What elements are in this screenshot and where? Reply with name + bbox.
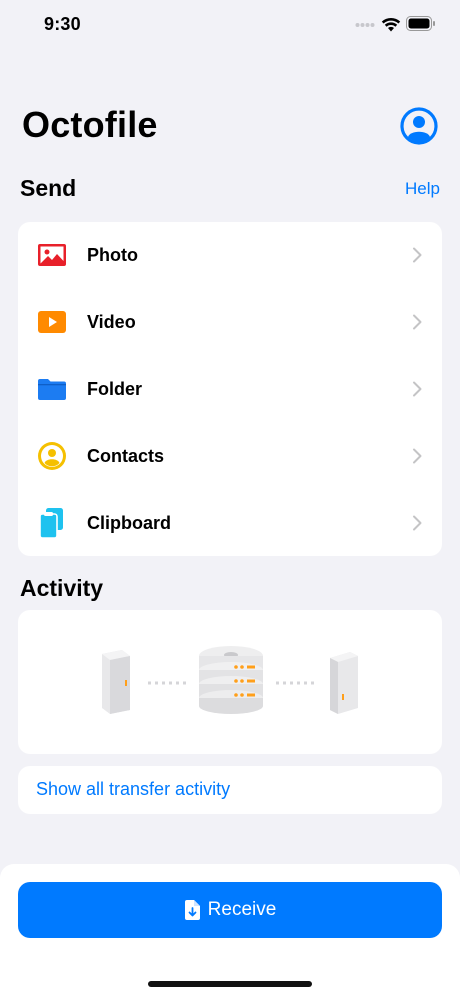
receive-label: Receive (207, 899, 277, 920)
contact-icon (38, 442, 66, 470)
chevron-right-icon (413, 448, 422, 464)
clipboard-icon (38, 508, 66, 538)
send-contacts-label: Contacts (87, 445, 165, 466)
chevron-right-icon (413, 247, 422, 263)
send-photo-row[interactable]: Photo (18, 222, 442, 288)
app-title: Octofile (22, 104, 158, 145)
send-options-card: Photo Video Folder Contacts Clipboard (18, 222, 442, 556)
help-link[interactable]: Help (405, 179, 440, 199)
activity-card (18, 610, 442, 754)
battery-icon (406, 16, 435, 31)
send-folder-label: Folder (87, 378, 143, 399)
left-device-icon (102, 650, 130, 714)
activity-section-title: Activity (20, 575, 104, 601)
status-time: 9:30 (44, 14, 81, 34)
show-all-activity-button[interactable]: Show all transfer activity (18, 766, 442, 814)
profile-button[interactable] (400, 107, 438, 145)
chevron-right-icon (413, 314, 422, 330)
photo-icon (38, 241, 66, 269)
cellular-dots-icon (355, 23, 375, 27)
home-indicator (148, 981, 312, 987)
send-section-title: Send (20, 175, 77, 201)
show-all-activity-label: Show all transfer activity (36, 779, 231, 799)
server-icon (199, 646, 263, 714)
right-device-icon (330, 652, 358, 714)
send-clipboard-row[interactable]: Clipboard (18, 490, 442, 556)
send-video-row[interactable]: Video (18, 289, 442, 355)
send-video-label: Video (87, 311, 136, 332)
transfer-illustration (102, 646, 358, 714)
chevron-right-icon (413, 515, 422, 531)
send-photo-label: Photo (87, 244, 138, 265)
send-clipboard-label: Clipboard (87, 512, 171, 533)
video-play-icon (38, 308, 66, 336)
chevron-right-icon (413, 381, 422, 397)
send-contacts-row[interactable]: Contacts (18, 423, 442, 489)
folder-icon (38, 375, 66, 403)
send-folder-row[interactable]: Folder (18, 356, 442, 422)
wifi-icon (381, 17, 401, 32)
status-bar: 9:30 (0, 0, 460, 50)
receive-button[interactable]: Receive (18, 882, 442, 938)
file-download-icon (184, 900, 200, 920)
